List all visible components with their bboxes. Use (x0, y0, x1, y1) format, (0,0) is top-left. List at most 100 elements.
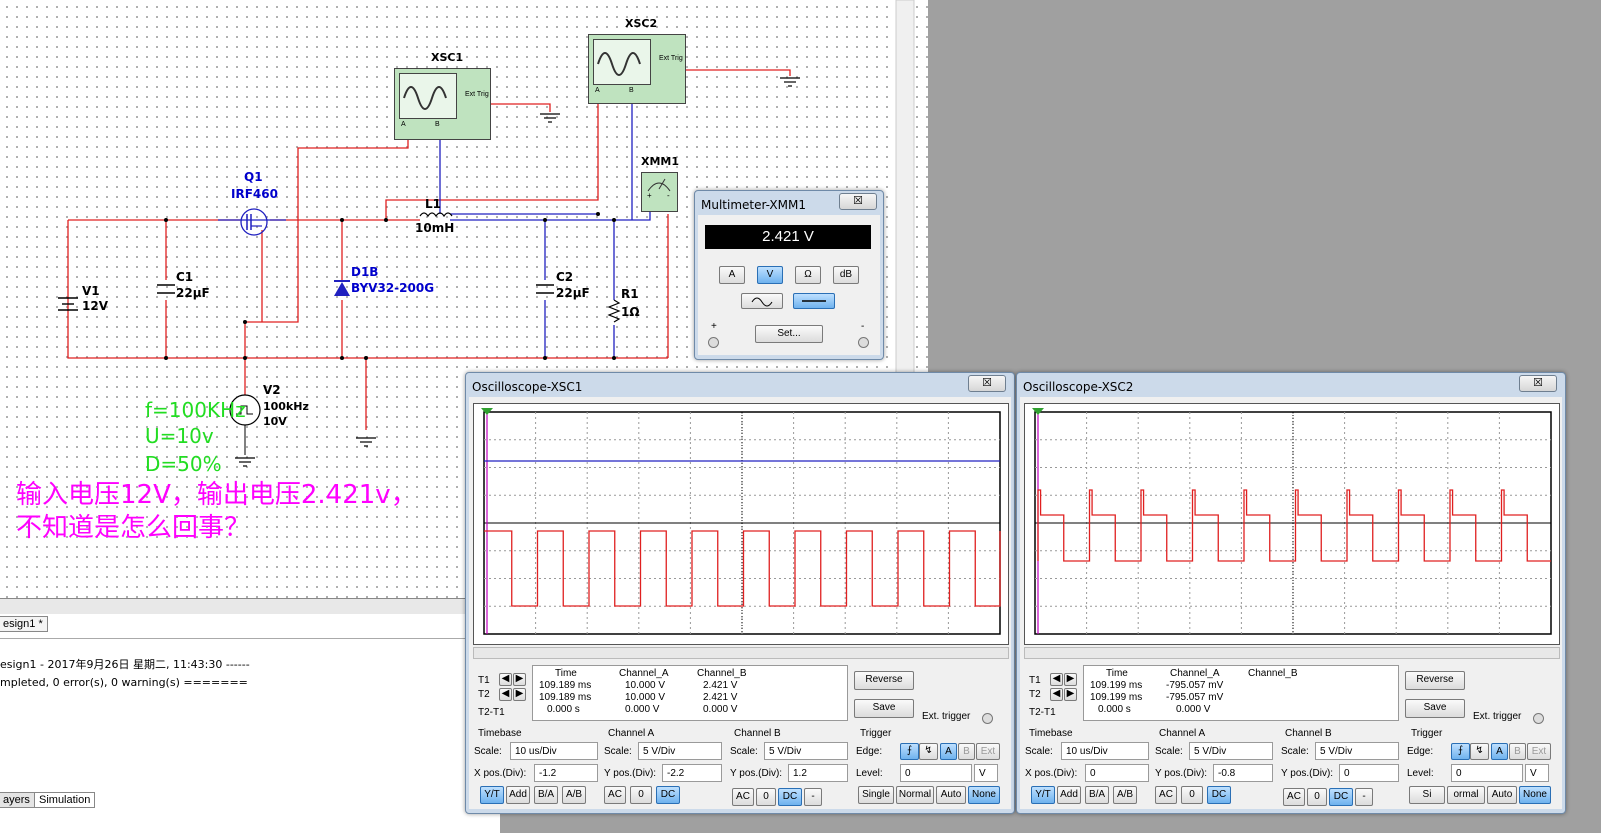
set-button[interactable]: Set... (755, 325, 823, 343)
osc2-t2t1-label: T2-T1 (1029, 707, 1056, 718)
trigger-none-button[interactable]: None (1519, 786, 1551, 804)
reverse-button[interactable]: Reverse (854, 671, 914, 690)
xsc1-instrument[interactable]: Ext Trig A B (394, 68, 491, 140)
osc1-screen[interactable] (473, 403, 1009, 645)
trigger-source-ext[interactable]: Ext (1527, 743, 1551, 760)
q1-part: IRF460 (231, 187, 278, 201)
channel-b-zero-button[interactable]: 0 (756, 788, 776, 806)
channel-a-dc-button[interactable]: DC (1207, 786, 1231, 804)
rising-edge-button[interactable]: ⨍ (900, 743, 919, 760)
trigger-source-ext[interactable]: Ext (976, 743, 1000, 760)
xpos-field[interactable]: -1.2 (534, 764, 598, 782)
add-mode-button[interactable]: Add (506, 786, 530, 804)
tab-design[interactable]: esign1 * (0, 616, 48, 632)
channel-b-minus-button[interactable]: - (1355, 788, 1373, 806)
channel-b-ac-button[interactable]: AC (1283, 788, 1305, 806)
t1-left-arrow[interactable]: ◀ (499, 673, 512, 686)
oscilloscope-xsc1-window[interactable]: Oscilloscope-XSC1 ☒ T1 T2 T2-T1 ◀ ▶ ◀ ▶ … (465, 372, 1015, 814)
channel-b-scale-field[interactable]: 5 V/Div (1315, 742, 1399, 760)
trigger-source-a[interactable]: A (1491, 743, 1508, 760)
rising-edge-button[interactable]: ⨍ (1451, 743, 1470, 760)
tab-layers[interactable]: ayers (0, 792, 35, 808)
save-button[interactable]: Save (1405, 699, 1465, 718)
trigger-auto-button[interactable]: Auto (936, 786, 966, 804)
t2-right-arrow[interactable]: ▶ (513, 688, 526, 701)
channel-a-ypos-label: Y pos.(Div): (604, 768, 657, 779)
tab-simulation[interactable]: Simulation (34, 792, 96, 808)
trigger-none-button[interactable]: None (968, 786, 1000, 804)
t1-right-arrow[interactable]: ▶ (513, 673, 526, 686)
channel-a-scale-field[interactable]: 5 V/Div (1189, 742, 1273, 760)
t1-right-arrow[interactable]: ▶ (1064, 673, 1077, 686)
ammeter-button[interactable]: A (719, 266, 745, 284)
ext-trigger-terminal[interactable] (982, 713, 993, 724)
yt-mode-button[interactable]: Y/T (480, 786, 504, 804)
trigger-auto-button[interactable]: Auto (1487, 786, 1517, 804)
channel-b-scale-field[interactable]: 5 V/Div (764, 742, 848, 760)
t2-right-arrow[interactable]: ▶ (1064, 688, 1077, 701)
level-field[interactable]: 0 (1451, 764, 1523, 782)
dc-mode-button[interactable] (793, 293, 835, 309)
annotation-line-2: 不知道是怎么回事？ (16, 513, 251, 543)
close-icon[interactable]: ☒ (1519, 375, 1557, 392)
trigger-source-b[interactable]: B (1509, 743, 1526, 760)
level-field[interactable]: 0 (900, 764, 972, 782)
ab-mode-button[interactable]: A/B (562, 786, 586, 804)
trigger-source-a[interactable]: A (940, 743, 957, 760)
t2-left-arrow[interactable]: ◀ (1050, 688, 1063, 701)
channel-b-dc-button[interactable]: DC (1329, 788, 1353, 806)
trigger-single-button[interactable]: Single (858, 786, 894, 804)
voltmeter-button[interactable]: V (757, 266, 783, 284)
channel-a-dc-button[interactable]: DC (656, 786, 680, 804)
hdr-channel-b: Channel_B (697, 668, 747, 679)
reverse-button[interactable]: Reverse (1405, 671, 1465, 690)
channel-a-ypos-field[interactable]: -2.2 (662, 764, 722, 782)
osc1-scrollbar[interactable] (473, 647, 1009, 659)
ba-mode-button[interactable]: B/A (1085, 786, 1109, 804)
xsc2-instrument[interactable]: Ext Trig A B (588, 34, 686, 104)
channel-b-zero-button[interactable]: 0 (1307, 788, 1327, 806)
close-icon[interactable]: ☒ (839, 193, 877, 210)
trigger-single-button[interactable]: Si (1409, 786, 1445, 804)
t1-left-arrow[interactable]: ◀ (1050, 673, 1063, 686)
trigger-source-b[interactable]: B (958, 743, 975, 760)
trigger-normal-button[interactable]: Normal (896, 786, 934, 804)
channel-a-ac-button[interactable]: AC (604, 786, 626, 804)
xmm1-instrument[interactable]: + - (641, 172, 678, 212)
ext-trigger-terminal[interactable] (1533, 713, 1544, 724)
channel-b-dc-button[interactable]: DC (778, 788, 802, 806)
close-icon[interactable]: ☒ (968, 375, 1006, 392)
channel-a-scale-field[interactable]: 5 V/Div (638, 742, 722, 760)
channel-b-ypos-field[interactable]: 1.2 (788, 764, 848, 782)
falling-edge-button[interactable]: ↯ (1470, 743, 1489, 760)
xpos-field[interactable]: 0 (1085, 764, 1149, 782)
timebase-scale-field[interactable]: 10 us/Div (1061, 742, 1149, 760)
trigger-normal-button[interactable]: ormal (1447, 786, 1485, 804)
ohmmeter-button[interactable]: Ω (795, 266, 821, 284)
osc2-scrollbar[interactable] (1024, 647, 1560, 659)
t2t1-channel-a: 0.000 V (625, 704, 660, 715)
minus-terminal[interactable] (858, 337, 869, 348)
yt-mode-button[interactable]: Y/T (1031, 786, 1055, 804)
ab-mode-button[interactable]: A/B (1113, 786, 1137, 804)
osc2-screen[interactable] (1024, 403, 1560, 645)
t2-left-arrow[interactable]: ◀ (499, 688, 512, 701)
add-mode-button[interactable]: Add (1057, 786, 1081, 804)
ac-mode-button[interactable] (741, 293, 783, 309)
channel-b-ypos-field[interactable]: 0 (1339, 764, 1399, 782)
ba-mode-button[interactable]: B/A (534, 786, 558, 804)
save-button[interactable]: Save (854, 699, 914, 718)
decibel-button[interactable]: dB (833, 266, 859, 284)
channel-a-zero-button[interactable]: 0 (630, 786, 652, 804)
xsc2-port-b: B (629, 87, 634, 94)
channel-a-zero-button[interactable]: 0 (1181, 786, 1203, 804)
multimeter-window[interactable]: Multimeter-XMM1 ☒ 2.421 V A V Ω dB Set..… (694, 190, 884, 360)
channel-b-ac-button[interactable]: AC (732, 788, 754, 806)
channel-a-ac-button[interactable]: AC (1155, 786, 1177, 804)
falling-edge-button[interactable]: ↯ (919, 743, 938, 760)
plus-terminal[interactable] (708, 337, 719, 348)
channel-a-ypos-field[interactable]: -0.8 (1213, 764, 1273, 782)
timebase-scale-field[interactable]: 10 us/Div (510, 742, 598, 760)
oscilloscope-xsc2-window[interactable]: Oscilloscope-XSC2 ☒ T1 T2 T2-T1 ◀ ▶ ◀ ▶ … (1016, 372, 1566, 814)
channel-b-minus-button[interactable]: - (804, 788, 822, 806)
